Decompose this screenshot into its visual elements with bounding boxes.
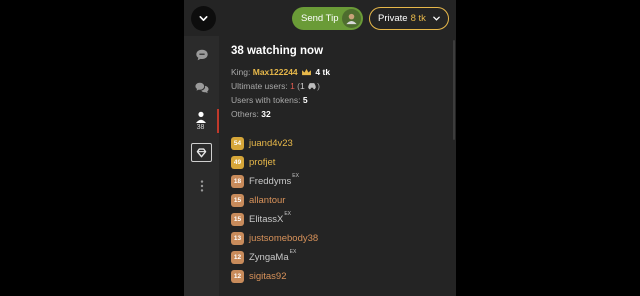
- crown-icon: [302, 68, 311, 76]
- level-badge: 15: [231, 212, 244, 226]
- user-row[interactable]: 12 sigitas92: [231, 269, 287, 283]
- username[interactable]: ElitassX: [249, 214, 283, 225]
- ultimate-count: 1: [290, 81, 295, 91]
- user-row[interactable]: 18 Freddyms EX: [231, 173, 299, 188]
- top-bar: Send Tip Private 8 tk: [184, 0, 456, 36]
- level-badge: 54: [231, 136, 244, 150]
- ex-badge: EX: [284, 211, 291, 217]
- user-row[interactable]: 15 allantour: [231, 193, 285, 207]
- user-row[interactable]: 12 ZyngaMa EX: [231, 249, 297, 264]
- level-badge: 15: [231, 193, 244, 207]
- chevron-down-icon: [432, 14, 441, 23]
- chat-tab[interactable]: [184, 46, 219, 64]
- private-label: Private: [378, 13, 408, 24]
- private-price: 8 tk: [410, 13, 426, 24]
- king-name[interactable]: Max122244: [253, 67, 298, 77]
- send-tip-label: Send Tip: [301, 13, 339, 24]
- level-badge: 12: [231, 250, 244, 264]
- king-tokens: 4 tk: [315, 67, 331, 77]
- more-menu-button[interactable]: [184, 179, 219, 193]
- ultimate-paren-count: 1: [300, 81, 305, 91]
- scrollbar[interactable]: [453, 40, 455, 140]
- private-show-button[interactable]: Private 8 tk: [369, 7, 449, 30]
- user-row[interactable]: 54 juand4v23: [231, 136, 293, 150]
- side-nav: 38: [184, 36, 219, 296]
- ultimate-label: Ultimate users:: [231, 81, 288, 91]
- more-vertical-icon: [200, 180, 203, 192]
- level-badge: 12: [231, 269, 244, 283]
- tokens-tab[interactable]: [191, 143, 212, 162]
- username[interactable]: Freddyms: [249, 176, 291, 187]
- level-badge: 49: [231, 155, 244, 169]
- user-row[interactable]: 13 justsomebody38: [231, 231, 318, 245]
- users-count: 38: [196, 124, 205, 131]
- user-row[interactable]: 49 profjet: [231, 155, 275, 169]
- king-label: King:: [231, 67, 251, 77]
- users-tab[interactable]: 38: [184, 109, 219, 133]
- users-panel: Send Tip Private 8 tk 38 38 watching now…: [184, 0, 456, 296]
- chat-bubbles-icon: [194, 82, 209, 94]
- username[interactable]: sigitas92: [249, 271, 287, 282]
- watching-count-heading: 38 watching now: [231, 45, 324, 57]
- ultimate-users-row: Ultimate users: 1 (1 ): [231, 81, 320, 91]
- username[interactable]: allantour: [249, 195, 285, 206]
- user-row[interactable]: 15 ElitassX EX: [231, 211, 291, 226]
- ex-badge: EX: [292, 173, 299, 179]
- username[interactable]: juand4v23: [249, 138, 293, 149]
- private-messages-tab[interactable]: [184, 79, 219, 97]
- broadcaster-avatar: [342, 9, 361, 28]
- car-icon: [308, 83, 317, 90]
- user-icon: [195, 111, 206, 123]
- collapse-button[interactable]: [191, 6, 216, 31]
- username[interactable]: justsomebody38: [249, 233, 318, 244]
- token-users-row: Users with tokens: 5: [231, 95, 308, 105]
- others-count: 32: [261, 109, 271, 119]
- others-row: Others: 32: [231, 109, 271, 119]
- tokens-label: Users with tokens:: [231, 95, 301, 105]
- username[interactable]: ZyngaMa: [249, 252, 289, 263]
- ex-badge: EX: [289, 249, 297, 255]
- diamond-icon: [196, 147, 207, 157]
- others-label: Others:: [231, 109, 259, 119]
- tokens-count: 5: [302, 95, 308, 105]
- send-tip-button[interactable]: Send Tip: [292, 7, 363, 30]
- level-badge: 13: [231, 231, 244, 245]
- level-badge: 18: [231, 174, 244, 188]
- avatar-icon: [346, 13, 357, 25]
- king-row: King: Max122244 4 tk: [231, 67, 330, 77]
- close-paren: ): [317, 81, 320, 91]
- chevron-down-icon: [199, 16, 208, 21]
- username[interactable]: profjet: [249, 157, 275, 168]
- chat-bubble-icon: [195, 49, 208, 61]
